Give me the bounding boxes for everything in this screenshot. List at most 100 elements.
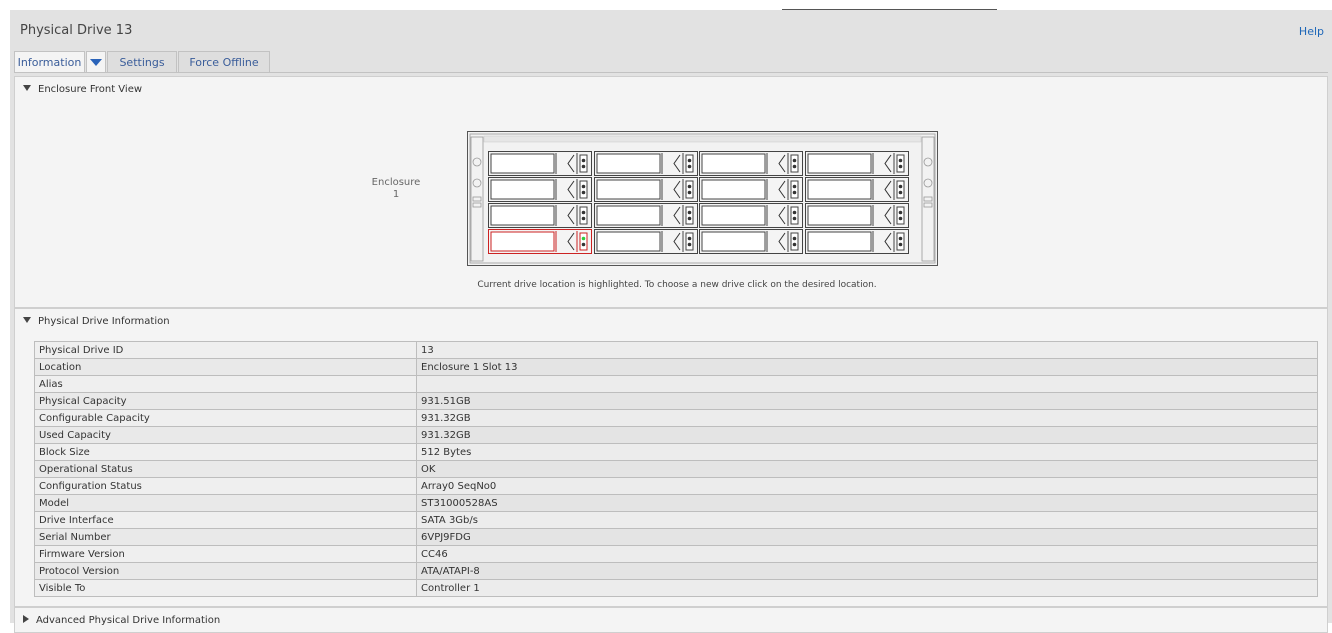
row-value: 13 xyxy=(416,341,1318,359)
page-title: Physical Drive 13 xyxy=(20,23,133,38)
status-led xyxy=(898,190,903,195)
activity-led xyxy=(687,158,692,163)
row-value: Enclosure 1 Slot 13 xyxy=(416,358,1318,376)
table-row: Physical Capacity 931.51GB xyxy=(34,392,1318,410)
activity-led xyxy=(792,210,797,215)
collapse-triangle-icon xyxy=(23,85,31,91)
activity-led xyxy=(581,158,586,163)
table-row: Physical Drive ID 13 xyxy=(34,341,1318,359)
drive-slot-16[interactable] xyxy=(805,229,909,254)
table-row: Block Size 512 Bytes xyxy=(34,443,1318,461)
advanced-physical-drive-information-toggle[interactable]: Advanced Physical Drive Information xyxy=(23,615,220,626)
activity-led xyxy=(581,184,586,189)
activity-led xyxy=(687,184,692,189)
drive-slot-13[interactable] xyxy=(488,229,592,254)
activity-led xyxy=(792,158,797,163)
table-row: Configurable Capacity 931.32GB xyxy=(34,409,1318,427)
drive-slot-15[interactable] xyxy=(699,229,803,254)
row-value: Array0 SeqNo0 xyxy=(416,477,1318,495)
activity-led xyxy=(898,184,903,189)
drive-slot-5[interactable] xyxy=(488,177,592,202)
status-led xyxy=(898,164,903,169)
drive-slot-3[interactable] xyxy=(699,151,803,176)
enclosure-diagram xyxy=(467,131,938,266)
status-led xyxy=(687,242,692,247)
drive-slot-4[interactable] xyxy=(805,151,909,176)
tab-force-offline[interactable]: Force Offline xyxy=(178,51,270,72)
enclosure-front-view-panel: Enclosure Front View Enclosure 1 Current… xyxy=(14,76,1328,308)
row-label: Block Size xyxy=(34,443,417,461)
table-row: Operational Status OK xyxy=(34,460,1318,478)
enclosure-number: 1 xyxy=(392,189,400,200)
status-led xyxy=(898,242,903,247)
status-led xyxy=(687,164,692,169)
tab-information[interactable]: Information xyxy=(14,51,85,72)
chevron-down-icon xyxy=(90,59,102,66)
table-row: Visible To Controller 1 xyxy=(34,579,1318,597)
drive-slot-11[interactable] xyxy=(699,203,803,228)
activity-led xyxy=(581,236,586,241)
row-label: Serial Number xyxy=(34,528,417,546)
row-label: Alias xyxy=(34,375,417,393)
status-led xyxy=(792,190,797,195)
row-value: SATA 3Gb/s xyxy=(416,511,1318,529)
status-led xyxy=(581,164,586,169)
activity-led xyxy=(581,210,586,215)
table-row: Protocol Version ATA/ATAPI-8 xyxy=(34,562,1318,580)
drive-slot-14[interactable] xyxy=(594,229,698,254)
collapse-triangle-icon xyxy=(23,317,31,323)
advanced-physical-drive-information-panel: Advanced Physical Drive Information xyxy=(14,607,1328,633)
drive-slot-6[interactable] xyxy=(594,177,698,202)
drive-slot-12[interactable] xyxy=(805,203,909,228)
table-row: Drive Interface SATA 3Gb/s xyxy=(34,511,1318,529)
row-label: Operational Status xyxy=(34,460,417,478)
table-row: Location Enclosure 1 Slot 13 xyxy=(34,358,1318,376)
tab-settings[interactable]: Settings xyxy=(107,51,177,72)
table-row: Firmware Version CC46 xyxy=(34,545,1318,563)
status-led xyxy=(581,242,586,247)
row-value: Controller 1 xyxy=(416,579,1318,597)
drive-slot-1[interactable] xyxy=(488,151,592,176)
drive-slot-10[interactable] xyxy=(594,203,698,228)
status-led xyxy=(792,164,797,169)
tab-underline xyxy=(14,72,1328,73)
drive-slot-8[interactable] xyxy=(805,177,909,202)
status-led xyxy=(792,242,797,247)
enclosure-vent-strip xyxy=(483,135,922,143)
table-row: Configuration Status Array0 SeqNo0 xyxy=(34,477,1318,495)
row-label: Physical Capacity xyxy=(34,392,417,410)
row-value: 931.32GB xyxy=(416,409,1318,427)
enclosure-note: Current drive location is highlighted. T… xyxy=(477,280,877,290)
status-led xyxy=(687,216,692,221)
row-value: 931.32GB xyxy=(416,426,1318,444)
row-label: Visible To xyxy=(34,579,417,597)
row-label: Used Capacity xyxy=(34,426,417,444)
activity-led xyxy=(687,236,692,241)
physical-drive-information-title: Physical Drive Information xyxy=(38,316,170,327)
enclosure-front-view-toggle[interactable]: Enclosure Front View xyxy=(23,84,142,95)
activity-led xyxy=(898,158,903,163)
drive-slot-2[interactable] xyxy=(594,151,698,176)
row-label: Protocol Version xyxy=(34,562,417,580)
drive-slot-7[interactable] xyxy=(699,177,803,202)
row-value: ATA/ATAPI-8 xyxy=(416,562,1318,580)
physical-drive-information-panel: Physical Drive Information Physical Driv… xyxy=(14,308,1328,607)
row-label: Model xyxy=(34,494,417,512)
table-row: Serial Number 6VPJ9FDG xyxy=(34,528,1318,546)
status-led xyxy=(687,190,692,195)
activity-led xyxy=(898,210,903,215)
row-label: Drive Interface xyxy=(34,511,417,529)
row-value xyxy=(416,375,1318,393)
enclosure-label: Enclosure 1 xyxy=(360,177,432,201)
row-value: CC46 xyxy=(416,545,1318,563)
status-led xyxy=(898,216,903,221)
row-label: Firmware Version xyxy=(34,545,417,563)
activity-led xyxy=(687,210,692,215)
enclosure-label-text: Enclosure xyxy=(371,177,421,188)
physical-drive-information-toggle[interactable]: Physical Drive Information xyxy=(23,316,170,327)
help-link[interactable]: Help xyxy=(1299,25,1324,38)
drive-slot-9[interactable] xyxy=(488,203,592,228)
row-value: ST31000528AS xyxy=(416,494,1318,512)
expand-triangle-icon xyxy=(23,615,29,623)
tab-dropdown-button[interactable] xyxy=(86,51,106,72)
